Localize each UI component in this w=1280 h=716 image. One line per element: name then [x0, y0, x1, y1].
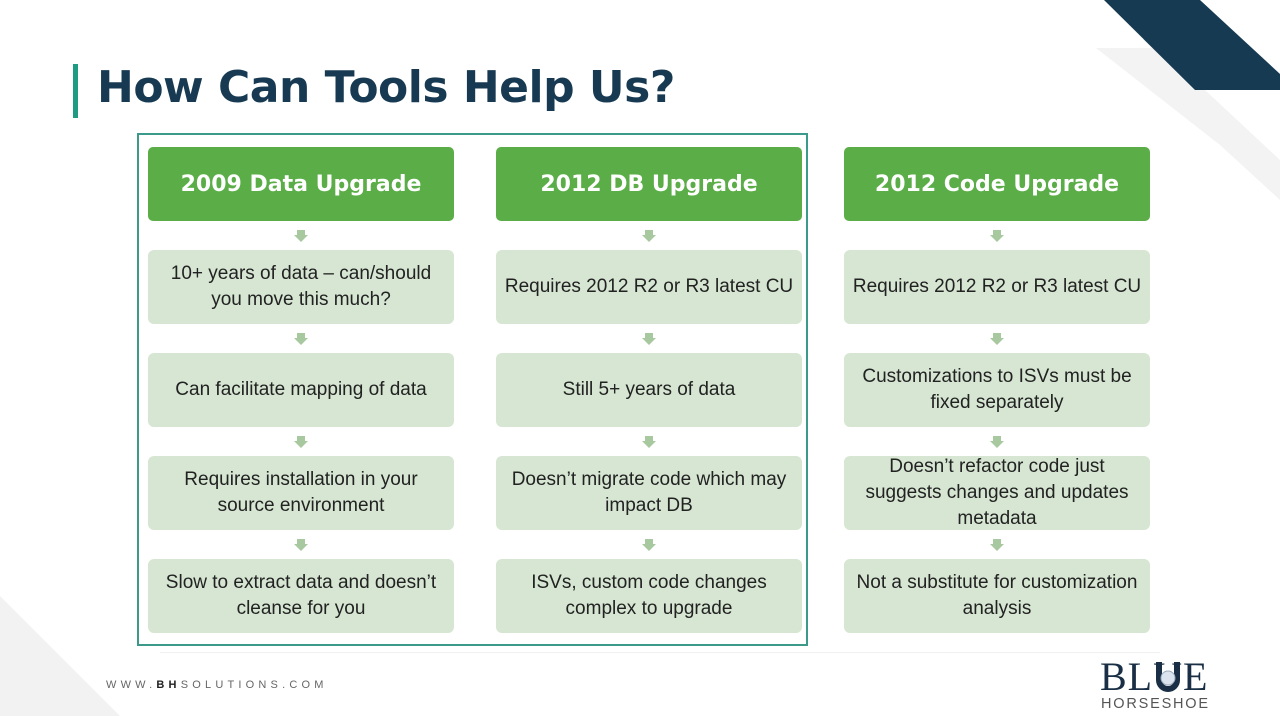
column-header: 2009 Data Upgrade [148, 147, 454, 221]
list-item: 10+ years of data – can/should you move … [148, 250, 454, 324]
list-item: Requires 2012 R2 or R3 latest CU [844, 250, 1150, 324]
website-suffix: SOLUTIONS.COM [180, 679, 328, 691]
list-item-text: Doesn’t migrate code which may impact DB [511, 469, 787, 516]
footer-divider [160, 652, 1160, 653]
down-arrow-icon [844, 221, 1150, 250]
list-item: Not a substitute for customization analy… [844, 559, 1150, 633]
down-arrow-icon [844, 427, 1150, 456]
list-item-text: Customizations to ISVs must be fixed sep… [862, 366, 1132, 413]
column-header: 2012 Code Upgrade [844, 147, 1150, 221]
list-item-text: Still 5+ years of data [562, 379, 736, 400]
down-arrow-icon [496, 530, 802, 559]
down-arrow-icon [496, 324, 802, 353]
list-item: Doesn’t refactor code just suggests chan… [844, 456, 1150, 530]
website-brand: BH [156, 679, 181, 691]
list-item-text: Doesn’t refactor code just suggests chan… [865, 456, 1129, 529]
down-arrow-icon [148, 530, 454, 559]
list-item-text: Can facilitate mapping of data [175, 379, 427, 400]
down-arrow-icon [148, 427, 454, 456]
logo-wordmark-horseshoe: HORSESHOE [1101, 696, 1210, 712]
down-arrow-icon [148, 324, 454, 353]
list-item-text: 10+ years of data – can/should you move … [170, 263, 432, 310]
down-arrow-icon [148, 221, 454, 250]
list-item: Still 5+ years of data [496, 353, 802, 427]
list-item: Requires installation in your source env… [148, 456, 454, 530]
column-header: 2012 DB Upgrade [496, 147, 802, 221]
list-item: Slow to extract data and doesn’t cleanse… [148, 559, 454, 633]
horseshoe-globe-icon [1156, 662, 1180, 692]
list-item-text: Requires installation in your source env… [184, 469, 418, 516]
column-2012-db-upgrade: 2012 DB Upgrade Requires 2012 R2 or R3 l… [496, 147, 802, 633]
list-item: Requires 2012 R2 or R3 latest CU [496, 250, 802, 324]
list-item-text: ISVs, custom code changes complex to upg… [531, 572, 767, 619]
title-accent-bar [73, 64, 78, 118]
list-item: Customizations to ISVs must be fixed sep… [844, 353, 1150, 427]
list-item: ISVs, custom code changes complex to upg… [496, 559, 802, 633]
slide-title: How Can Tools Help Us? [97, 62, 675, 113]
column-2009-data-upgrade: 2009 Data Upgrade 10+ years of data – ca… [148, 147, 454, 633]
blue-horseshoe-logo: BLUE HORSESHOE [1100, 657, 1220, 716]
down-arrow-icon [844, 530, 1150, 559]
list-item: Can facilitate mapping of data [148, 353, 454, 427]
down-arrow-icon [496, 221, 802, 250]
list-item-text: Requires 2012 R2 or R3 latest CU [504, 276, 794, 297]
list-item-text: Requires 2012 R2 or R3 latest CU [852, 276, 1142, 297]
column-2012-code-upgrade: 2012 Code Upgrade Requires 2012 R2 or R3… [844, 147, 1150, 633]
list-item: Doesn’t migrate code which may impact DB [496, 456, 802, 530]
down-arrow-icon [844, 324, 1150, 353]
website-link[interactable]: WWW.BHSOLUTIONS.COM [106, 679, 328, 691]
list-item-text: Slow to extract data and doesn’t cleanse… [165, 572, 437, 619]
down-arrow-icon [496, 427, 802, 456]
list-item-text: Not a substitute for customization analy… [856, 572, 1138, 619]
website-prefix: WWW. [106, 679, 157, 691]
corner-light-band-bottom [0, 596, 120, 716]
corner-navy-band [1104, 0, 1280, 90]
